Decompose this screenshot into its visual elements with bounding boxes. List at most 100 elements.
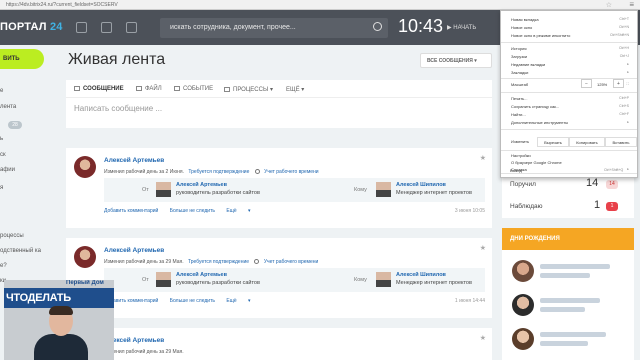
- menu-item-find[interactable]: Найти...: [511, 112, 526, 117]
- tab-processes[interactable]: ПРОЦЕССЫ ▾: [224, 86, 273, 93]
- menu-item-more-tools[interactable]: Дополнительные инструменты: [511, 120, 568, 125]
- start-workday-button[interactable]: ▶ НАЧАТЬ: [447, 24, 476, 31]
- presenter-hair: [49, 306, 73, 315]
- shortcut-label: Ctrl+S: [619, 104, 629, 108]
- address-bar[interactable]: https://4dv.bitrix24.ru/?current_fieldse…: [6, 2, 118, 8]
- more-link[interactable]: Ещё ▾: [226, 208, 250, 214]
- task-row-label[interactable]: Поручил: [510, 181, 536, 188]
- submenu-arrow-icon: ▸: [627, 62, 629, 66]
- birthdays-widget: ДНИ РОЖДЕНИЯ: [502, 228, 634, 360]
- portal-logo[interactable]: ПОРТАЛ 24: [0, 21, 63, 33]
- search-icon[interactable]: [373, 22, 382, 31]
- paste-button[interactable]: Вставить: [605, 137, 637, 147]
- menu-item-downloads[interactable]: Загрузки: [511, 54, 527, 59]
- birthday-name[interactable]: [540, 298, 600, 303]
- sidebar-item[interactable]: афии: [0, 167, 15, 173]
- post-footer: Добавить комментарий Больше не следить Е…: [104, 298, 485, 304]
- menu-item-bookmarks[interactable]: Закладки: [511, 70, 528, 75]
- tab-message[interactable]: СООБЩЕНИЕ: [74, 86, 124, 92]
- chrome-menu-icon[interactable]: ≡: [629, 0, 634, 9]
- sidebar-item[interactable]: ск: [0, 152, 6, 158]
- task-row-label[interactable]: Наблюдаю: [510, 203, 543, 210]
- copy-button[interactable]: Копировать: [569, 137, 605, 147]
- birthday-name[interactable]: [540, 332, 606, 337]
- tasks-widget: Поручил 14 14 Наблюдаю 1 1: [502, 172, 634, 218]
- webcam-sign: ЧТОДЕЛАТЬ: [4, 288, 114, 308]
- create-button[interactable]: ВИТЬ: [0, 49, 44, 69]
- time-tracking-link[interactable]: Учет рабочего времени: [264, 259, 318, 265]
- sidebar-counter-badge: 28: [8, 121, 22, 129]
- shortcut-label: Ctrl+J: [619, 54, 629, 58]
- from-name[interactable]: Алексей Артемьев: [176, 272, 227, 278]
- from-name[interactable]: Алексей Артемьев: [176, 182, 227, 188]
- add-comment-link[interactable]: Добавить комментарий: [104, 208, 158, 214]
- avatar[interactable]: [376, 272, 391, 287]
- avatar[interactable]: [512, 260, 534, 282]
- status-link[interactable]: Требуется подтверждение: [188, 259, 249, 265]
- bookmark-star-icon[interactable]: ☆: [606, 1, 612, 9]
- sidebar-item[interactable]: я: [0, 185, 3, 191]
- sidebar-item[interactable]: е: [0, 88, 3, 94]
- sidebar-item-processes[interactable]: роцессы: [0, 233, 24, 239]
- favorite-star-icon[interactable]: ★: [480, 334, 486, 342]
- status-link[interactable]: Требуется подтверждение: [188, 169, 249, 175]
- birthday-name[interactable]: [540, 264, 610, 269]
- avatar[interactable]: [156, 272, 171, 287]
- to-name[interactable]: Алексей Шипилов: [396, 272, 446, 278]
- webcam-sign-top: Первый Дом: [66, 280, 104, 286]
- menu-divider: [501, 150, 637, 151]
- avatar[interactable]: [512, 294, 534, 316]
- task-count: 1: [594, 199, 601, 211]
- menu-item-new-tab[interactable]: Новая вкладка: [511, 17, 539, 22]
- post-author[interactable]: Алексей Артемьев: [104, 247, 164, 254]
- menu-item-settings[interactable]: Настройки: [511, 153, 531, 158]
- menu-item-new-window[interactable]: Новое окно: [511, 25, 532, 30]
- post-author[interactable]: Алексей Артемьев: [104, 157, 164, 164]
- tab-more[interactable]: ЕЩЁ ▾: [286, 86, 304, 93]
- sidebar-item[interactable]: е?: [0, 263, 7, 269]
- menu-item-print[interactable]: Печать...: [511, 96, 527, 101]
- to-position: Менеджер интернет проектов: [396, 280, 472, 286]
- avatar[interactable]: [512, 328, 534, 350]
- menu-item-exit[interactable]: Выход: [510, 168, 522, 173]
- unfollow-link[interactable]: Больше не следить: [170, 298, 215, 304]
- tab-event[interactable]: СОБЫТИЕ: [174, 86, 213, 92]
- to-label: Кому: [354, 187, 367, 193]
- browser-toolbar: https://4dv.bitrix24.ru/?current_fieldse…: [0, 0, 640, 10]
- favorite-star-icon[interactable]: ★: [480, 244, 486, 252]
- sidebar-item-feed[interactable]: лента: [0, 104, 16, 110]
- process-icon: [224, 87, 230, 92]
- menu-item-incognito[interactable]: Новое окно в режиме инкогнито: [511, 33, 570, 38]
- recipients-box: От Алексей Артемьев руководитель разрабо…: [104, 268, 485, 292]
- zoom-out-button[interactable]: −: [581, 79, 592, 88]
- to-name[interactable]: Алексей Шипилов: [396, 182, 446, 188]
- shortcut-label: Ctrl+T: [619, 17, 629, 21]
- time-tracking-link[interactable]: Учет рабочего времени: [264, 169, 318, 175]
- avatar[interactable]: [156, 182, 171, 197]
- cut-button[interactable]: Вырезать: [537, 137, 569, 147]
- menu-item-about[interactable]: О браузере Google Chrome: [511, 160, 562, 165]
- search-input[interactable]: искать сотрудника, документ, прочее...: [160, 18, 388, 38]
- filter-dropdown[interactable]: ВСЕ СООБЩЕНИЯ ▾: [420, 53, 492, 68]
- menu-item-recent-tabs[interactable]: Недавние вкладки: [511, 62, 545, 67]
- menu-item-save-page[interactable]: Сохранить страницу как...: [511, 104, 559, 109]
- unfollow-link[interactable]: Больше не следить: [170, 208, 215, 214]
- birthday-date: [540, 273, 590, 278]
- avatar[interactable]: [376, 182, 391, 197]
- sidebar-item[interactable]: одственный ка: [0, 248, 41, 254]
- notifications-icon[interactable]: [126, 22, 137, 33]
- tab-file[interactable]: ФАЙЛ: [136, 86, 162, 92]
- avatar[interactable]: [74, 246, 96, 268]
- video-call-icon[interactable]: [101, 22, 112, 33]
- compose-input[interactable]: Написать сообщение ...: [74, 104, 162, 113]
- avatar[interactable]: [74, 156, 96, 178]
- favorite-star-icon[interactable]: ★: [480, 154, 486, 162]
- from-label: От: [142, 277, 149, 283]
- chat-icon[interactable]: [76, 22, 87, 33]
- fullscreen-icon[interactable]: ⛶: [627, 82, 629, 86]
- menu-divider: [501, 173, 637, 174]
- menu-item-history[interactable]: История: [511, 46, 527, 51]
- more-link[interactable]: Ещё ▾: [226, 298, 250, 304]
- zoom-in-button[interactable]: +: [613, 79, 624, 88]
- sidebar-item[interactable]: ь: [0, 136, 3, 142]
